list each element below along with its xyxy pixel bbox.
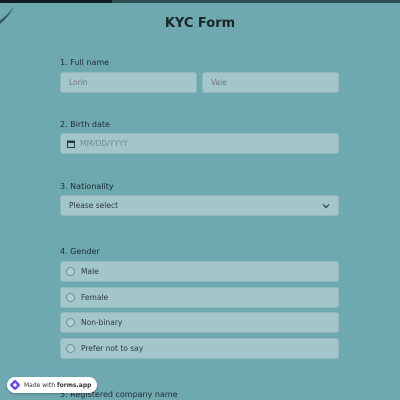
gender-option-label: Non-binary xyxy=(81,318,123,327)
gender-option-female[interactable]: Female xyxy=(60,287,339,308)
question-label-full-name: 1. Full name xyxy=(60,58,110,67)
gender-option-label: Female xyxy=(81,293,109,302)
radio-circle-icon[interactable] xyxy=(66,267,75,276)
first-name-input[interactable] xyxy=(69,78,196,87)
badge-brand: forms.app xyxy=(57,381,92,389)
chevron-down-icon[interactable] xyxy=(322,203,330,209)
made-with-forms-app-badge[interactable]: Made with forms.app xyxy=(7,377,98,393)
calendar-icon[interactable] xyxy=(67,140,75,148)
nationality-selected-value: Please select xyxy=(69,201,119,210)
birth-date-placeholder: MM/DD/YYYY xyxy=(80,139,128,148)
question-label-nationality: 3. Nationality xyxy=(60,182,114,191)
question-label-birth-date: 2. Birth date xyxy=(60,120,110,129)
gender-option-male[interactable]: Male xyxy=(60,261,339,282)
gender-option-prefer-not-to-say[interactable]: Prefer not to say xyxy=(60,338,339,359)
gender-option-label: Male xyxy=(81,267,99,276)
birth-date-field[interactable]: MM/DD/YYYY xyxy=(60,133,339,154)
last-name-field[interactable] xyxy=(202,72,339,93)
question-label-gender: 4. Gender xyxy=(60,247,100,256)
radio-circle-icon[interactable] xyxy=(66,293,75,302)
forms-app-logo-icon xyxy=(10,380,20,390)
radio-circle-icon[interactable] xyxy=(66,344,75,353)
last-name-input[interactable] xyxy=(211,78,338,87)
gender-option-label: Prefer not to say xyxy=(81,344,144,353)
progress-fill xyxy=(0,0,112,3)
first-name-field[interactable] xyxy=(60,72,197,93)
radio-circle-icon[interactable] xyxy=(66,318,75,327)
form-page: KYC Form 1. Full name 2. Birth date MM/D… xyxy=(0,0,400,400)
badge-prefix: Made with xyxy=(24,381,55,389)
form-title: KYC Form xyxy=(164,16,236,31)
progress-bar xyxy=(0,0,400,3)
gender-option-non-binary[interactable]: Non-binary xyxy=(60,312,339,333)
nationality-select[interactable]: Please select xyxy=(60,195,339,216)
